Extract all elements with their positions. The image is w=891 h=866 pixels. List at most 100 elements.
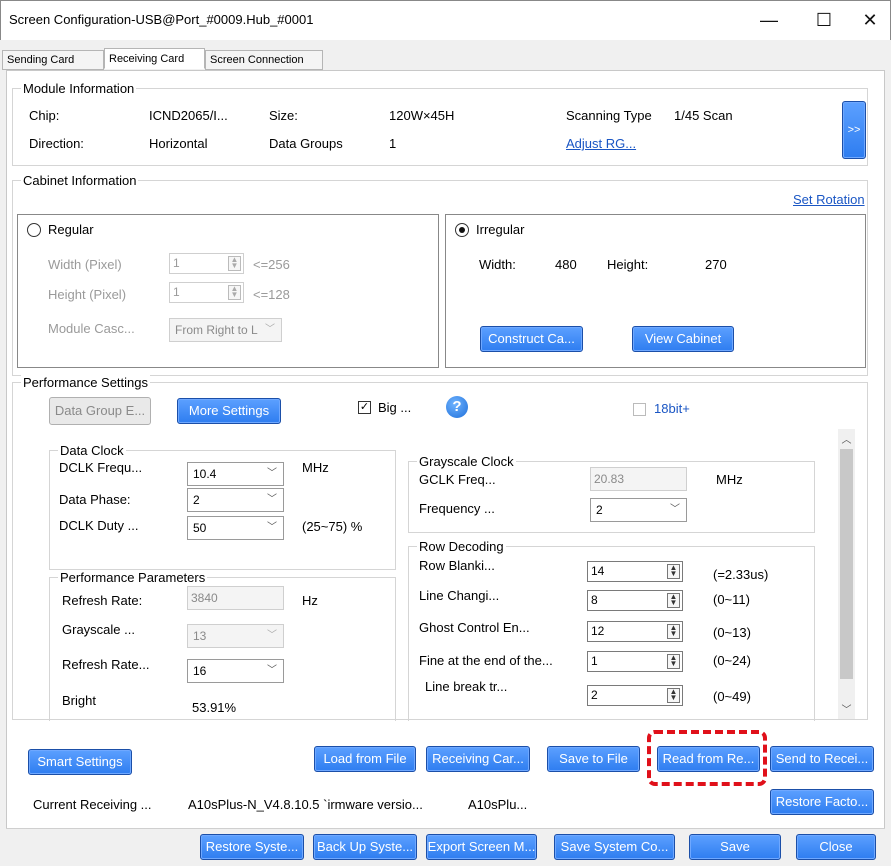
dclk-frequency-select[interactable]: 10.4 ﹀ (187, 462, 284, 486)
line-break-value: 2 (591, 688, 598, 702)
dclk-frequency-label: DCLK Frequ... (59, 460, 143, 475)
spinner-arrows-icon[interactable]: ▲ ▼ (667, 624, 680, 639)
tab-sending-card[interactable]: Sending Card (2, 50, 104, 70)
current-receiving-value-2: A10sPlu... (468, 797, 528, 812)
gclk-multiple-select[interactable]: 2 ﹀ (590, 498, 687, 522)
cabinet-information-label: Cabinet Information (21, 173, 139, 188)
help-icon[interactable]: ? (446, 396, 468, 418)
highlight-annotation (647, 730, 767, 786)
spinner-arrows-icon[interactable]: ▲ ▼ (667, 564, 680, 579)
scroll-down-icon[interactable]: ﹀ (838, 701, 855, 716)
line-break-spinner[interactable]: 2 ▲ ▼ (587, 685, 683, 706)
gclk-frequency-label: GCLK Freq... (419, 472, 496, 487)
data-clock-label: Data Clock (58, 443, 126, 458)
row-decoding-item-label: Line break tr... (425, 679, 508, 694)
export-screen-button[interactable]: Export Screen M... (426, 834, 537, 860)
set-rotation-link[interactable]: Set Rotation (793, 192, 865, 207)
save-to-file-button[interactable]: Save to File (547, 746, 640, 772)
restore-system-button[interactable]: Restore Syste... (200, 834, 304, 860)
backup-system-button[interactable]: Back Up Syste... (313, 834, 417, 860)
maximize-button[interactable]: ☐ (801, 5, 847, 35)
current-receiving-label: Current Receiving ... (33, 797, 152, 812)
tab-receiving-card[interactable]: Receiving Card (104, 48, 205, 69)
regular-radio[interactable] (27, 223, 41, 237)
irregular-width-value: 480 (555, 257, 577, 272)
scroll-thumb[interactable] (840, 449, 853, 679)
spinner-arrows-icon[interactable]: ▲ ▼ (667, 654, 680, 669)
data-phase-label: Data Phase: (59, 492, 131, 507)
view-cabinet-button[interactable]: View Cabinet (632, 326, 734, 352)
bright-label: Bright (62, 693, 96, 708)
refresh-rate-multiple-label: Refresh Rate... (62, 657, 150, 672)
module-cascade-value: From Right to L (175, 323, 258, 337)
adjust-rg-link[interactable]: Adjust RG... (566, 136, 636, 151)
chevron-down-icon: ﹀ (267, 630, 277, 641)
irregular-radio[interactable] (455, 223, 469, 237)
performance-parameters-group: Performance Parameters Refresh Rate: 384… (49, 570, 396, 721)
row-decoding-item-label: Line Changi... (419, 588, 500, 603)
grayscale-clock-group: Grayscale Clock GCLK Freq... 20.83 MHz F… (408, 454, 815, 533)
height-limit: <=128 (253, 287, 290, 302)
big-checkbox[interactable]: ✓ (358, 401, 371, 414)
load-from-file-button[interactable]: Load from File (314, 746, 416, 772)
irregular-label: Irregular (476, 222, 525, 237)
close-button[interactable]: Close (796, 834, 876, 860)
dclk-duty-select[interactable]: 50 ﹀ (187, 516, 284, 540)
dclk-duty-label: DCLK Duty ... (59, 518, 139, 533)
line-change-range: (0~11) (713, 592, 750, 607)
line-change-spinner[interactable]: 8 ▲ ▼ (587, 590, 683, 611)
data-groups-value: 1 (389, 136, 397, 151)
save-system-config-button[interactable]: Save System Co... (554, 834, 675, 860)
performance-parameters-label: Performance Parameters (58, 570, 208, 585)
refresh-rate-unit: Hz (302, 593, 318, 608)
close-window-button[interactable]: ✕ (847, 5, 891, 35)
scroll-up-icon[interactable]: ︿ (838, 431, 855, 446)
width-pixel-label: Width (Pixel) (48, 257, 122, 272)
send-to-receiving-card-button[interactable]: Send to Recei... (770, 746, 874, 772)
tab-screen-connection[interactable]: Screen Connection (205, 50, 323, 70)
bit18-checkbox[interactable] (633, 403, 646, 416)
ghost-control-spinner[interactable]: 12 ▲ ▼ (587, 621, 683, 642)
performance-scrollbar[interactable]: ︿ ﹀ (838, 429, 855, 719)
spinner-arrows-icon[interactable]: ▲ ▼ (667, 688, 680, 703)
restore-factory-button[interactable]: Restore Facto... (770, 789, 874, 815)
scanning-type-value: 1/45 Scan (674, 108, 733, 123)
width-pixel-spinner: 1 ▲ ▼ (169, 253, 244, 274)
grayscale-value: 13 (193, 629, 207, 643)
data-phase-select[interactable]: 2 ﹀ (187, 488, 284, 512)
width-pixel-value: 1 (173, 256, 180, 270)
row-decoding-item-label: Fine at the end of the... (419, 653, 553, 668)
minimize-button[interactable]: — (746, 5, 792, 35)
gclk-frequency-field: 20.83 (590, 467, 687, 491)
direction-value: Horizontal (149, 136, 208, 151)
receiving-card-button[interactable]: Receiving Car... (426, 746, 530, 772)
chevron-down-icon: ﹀ (267, 494, 277, 505)
bit18-label: 18bit+ (654, 401, 690, 416)
chip-label: Chip: (29, 108, 60, 123)
more-settings-button[interactable]: More Settings (177, 398, 281, 424)
current-receiving-value: A10sPlus-N_V4.8.10.5 `irmware versio... (188, 797, 423, 812)
chevron-down-icon: ﹀ (265, 324, 275, 335)
row-blanking-spinner[interactable]: 14 ▲ ▼ (587, 561, 683, 582)
row-decoding-item-label: Row Blanki... (419, 558, 495, 573)
window-title: Screen Configuration-USB@Port_#0009.Hub_… (9, 12, 314, 27)
dclk-unit: MHz (302, 460, 329, 475)
smart-settings-button[interactable]: Smart Settings (28, 749, 132, 775)
chevron-down-icon: ﹀ (670, 504, 680, 515)
chevron-down-icon: ﹀ (267, 468, 277, 479)
dclk-duty-value: 50 (193, 521, 207, 535)
regular-panel: Regular Width (Pixel) 1 ▲ ▼ <=256 Height … (17, 214, 439, 368)
save-button[interactable]: Save (689, 834, 781, 860)
data-group-button: Data Group E... (49, 397, 151, 425)
chevron-down-icon: ﹀ (267, 665, 277, 676)
fine-end-spinner[interactable]: 1 ▲ ▼ (587, 651, 683, 672)
spinner-arrows-icon[interactable]: ▲ ▼ (667, 593, 680, 608)
construct-cabinet-button[interactable]: Construct Ca... (480, 326, 583, 352)
refresh-rate-multiple-select[interactable]: 16 ﹀ (187, 659, 284, 683)
module-more-button[interactable]: >> (842, 101, 866, 159)
cabinet-information-group: Cabinet Information Set Rotation Regular… (12, 173, 868, 376)
refresh-rate-multiple-value: 16 (193, 664, 207, 678)
bright-value: 53.91% (192, 700, 237, 715)
row-decoding-item-label: Ghost Control En... (419, 620, 530, 635)
size-value: 120W×45H (389, 108, 455, 123)
